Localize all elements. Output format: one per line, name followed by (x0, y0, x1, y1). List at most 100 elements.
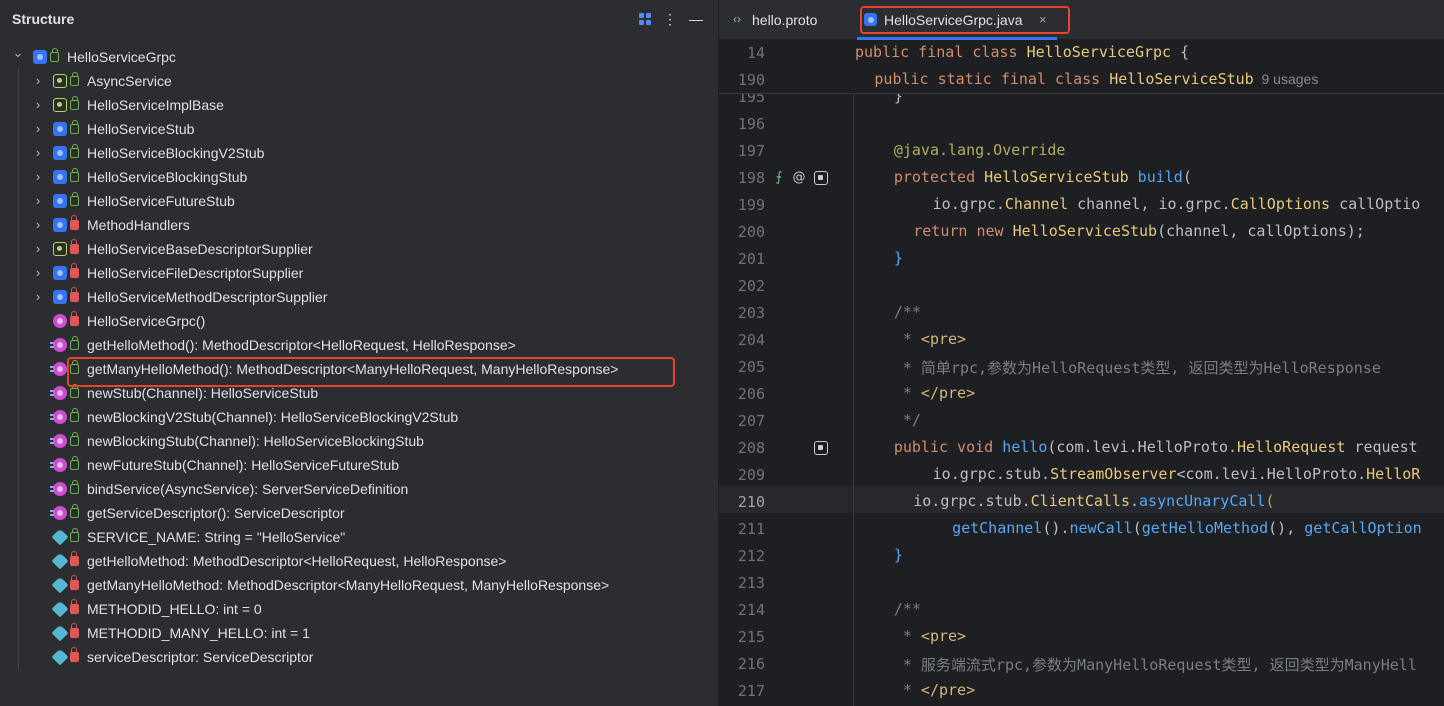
code-line[interactable]: /** (894, 303, 921, 321)
line-number[interactable]: 210 (719, 493, 765, 511)
tree-item[interactable]: getHelloMethod(): MethodDescriptor<Hello… (0, 333, 718, 357)
tree-item[interactable]: METHODID_HELLO: int = 0 (0, 597, 718, 621)
line-number[interactable]: 190 (719, 71, 765, 89)
code-token: @java.lang.Override (893, 141, 1066, 159)
line-number[interactable]: 217 (719, 682, 765, 700)
chevron-down-icon[interactable]: ⌄ (12, 41, 24, 65)
line-number[interactable]: 207 (719, 412, 765, 430)
line-number[interactable]: 213 (719, 574, 765, 592)
tree-item[interactable]: getManyHelloMethod: MethodDescriptor<Man… (0, 573, 718, 597)
tree-item[interactable]: › HelloServiceFileDescriptorSupplier (0, 261, 718, 285)
code-line[interactable]: getChannel().newCall(getHelloMethod(), g… (952, 519, 1422, 537)
annotation-icon[interactable]: @ (792, 171, 806, 185)
code-line[interactable]: protected HelloServiceStub build( (894, 168, 1192, 186)
tree-item[interactable]: › AsyncService (0, 69, 718, 93)
tree-item[interactable]: bindService(AsyncService): ServerService… (0, 477, 718, 501)
code-line[interactable]: * </pre> (894, 384, 975, 402)
line-number[interactable]: 214 (719, 601, 765, 619)
code-line[interactable]: public final class HelloServiceGrpc { (855, 43, 1189, 61)
tree-item[interactable]: newBlockingV2Stub(Channel): HelloService… (0, 405, 718, 429)
more-options-icon[interactable]: ⋮ (662, 11, 678, 27)
tree-item[interactable]: › HelloServiceImplBase (0, 93, 718, 117)
tree-item[interactable]: newFutureStub(Channel): HelloServiceFutu… (0, 453, 718, 477)
interface-icon (53, 74, 67, 88)
code-line[interactable]: public static final class HelloServiceSt… (874, 70, 1318, 88)
code-line[interactable]: /** (894, 600, 921, 618)
line-number[interactable]: 199 (719, 196, 765, 214)
tree-item[interactable]: › HelloServiceBlockingV2Stub (0, 141, 718, 165)
class-icon (53, 194, 67, 208)
line-number[interactable]: 14 (719, 44, 765, 62)
line-number[interactable]: 209 (719, 466, 765, 484)
grid-view-icon[interactable] (637, 11, 653, 27)
code-area[interactable]: 195} 196 197 @java.lang.Override 198 protecte… (719, 40, 1444, 706)
line-number[interactable]: 205 (719, 358, 765, 376)
code-token: HelloServiceStub (1109, 70, 1254, 88)
line-number[interactable]: 215 (719, 628, 765, 646)
override-icon[interactable] (814, 441, 828, 455)
line-number[interactable]: 206 (719, 385, 765, 403)
chevron-right-icon[interactable]: › (32, 237, 44, 261)
chevron-right-icon[interactable]: › (32, 213, 44, 237)
code-line[interactable]: io.grpc.Channel channel, io.grpc.CallOpt… (933, 195, 1421, 213)
line-number[interactable]: 198 (719, 169, 765, 187)
line-number[interactable]: 211 (719, 520, 765, 538)
chevron-right-icon[interactable]: › (32, 189, 44, 213)
code-line[interactable]: } (894, 249, 903, 267)
code-line[interactable]: * <pre> (894, 330, 966, 348)
tree-item[interactable]: › HelloServiceBlockingStub (0, 165, 718, 189)
code-line[interactable]: */ (894, 411, 921, 429)
chevron-right-icon[interactable]: › (32, 117, 44, 141)
line-number[interactable]: 216 (719, 655, 765, 673)
line-number[interactable]: 197 (719, 142, 765, 160)
code-line[interactable]: @java.lang.Override (894, 141, 1066, 159)
code-line[interactable]: public void hello(com.levi.HelloProto.He… (894, 438, 1418, 456)
code-line[interactable]: * </pre> (894, 681, 975, 699)
chevron-right-icon[interactable]: › (32, 261, 44, 285)
tree-item[interactable]: › HelloServiceStub (0, 117, 718, 141)
tree-item-label: newBlockingStub(Channel): HelloServiceBl… (87, 433, 424, 449)
chevron-right-icon[interactable]: › (32, 69, 44, 93)
code-token: channel, (1077, 195, 1159, 213)
tree-item[interactable]: › HelloServiceMethodDescriptorSupplier (0, 285, 718, 309)
tree-item[interactable]: › HelloServiceFutureStub (0, 189, 718, 213)
line-number[interactable]: 208 (719, 439, 765, 457)
line-number[interactable]: 212 (719, 547, 765, 565)
private-lock-icon (70, 647, 79, 662)
chevron-right-icon[interactable]: › (32, 93, 44, 117)
tree-item[interactable]: newBlockingStub(Channel): HelloServiceBl… (0, 429, 718, 453)
tree-item[interactable]: HelloServiceGrpc() (0, 309, 718, 333)
line-number[interactable]: 203 (719, 304, 765, 322)
tree-item[interactable]: SERVICE_NAME: String = "HelloService" (0, 525, 718, 549)
private-lock-icon (70, 551, 79, 566)
tree-item[interactable]: › HelloServiceBaseDescriptorSupplier (0, 237, 718, 261)
chevron-right-icon[interactable]: › (32, 285, 44, 309)
static-marker-icon (50, 410, 54, 424)
tree-item[interactable]: getHelloMethod: MethodDescriptor<HelloRe… (0, 549, 718, 573)
line-number[interactable]: 204 (719, 331, 765, 349)
line-number[interactable]: 196 (719, 115, 765, 133)
code-line[interactable]: } (894, 546, 903, 564)
minimize-icon[interactable]: — (688, 11, 704, 27)
tree-root[interactable]: ⌄ HelloServiceGrpc (0, 45, 718, 69)
code-line[interactable]: io.grpc.stub.ClientCalls.asyncUnaryCall( (913, 492, 1274, 510)
code-line[interactable]: return new HelloServiceStub(channel, cal… (913, 222, 1365, 240)
line-number[interactable]: 201 (719, 250, 765, 268)
tree-item[interactable]: METHODID_MANY_HELLO: int = 1 (0, 621, 718, 645)
line-number[interactable]: 202 (719, 277, 765, 295)
chevron-right-icon[interactable]: › (32, 141, 44, 165)
tree-item[interactable]: › MethodHandlers (0, 213, 718, 237)
tree-item-label: HelloServiceFileDescriptorSupplier (87, 265, 304, 281)
public-lock-icon (70, 456, 79, 470)
code-line[interactable]: * <pre> (894, 627, 966, 645)
override-icon[interactable] (814, 171, 828, 185)
code-line[interactable]: * 简单rpc,参数为HelloRequest类型, 返回类型为HelloRes… (894, 357, 1381, 378)
line-number[interactable]: 200 (719, 223, 765, 241)
code-line[interactable]: * 服务端流式rpc,参数为ManyHelloRequest类型, 返回类型为M… (894, 654, 1417, 675)
tree-item[interactable]: serviceDescriptor: ServiceDescriptor (0, 645, 718, 669)
chevron-right-icon[interactable]: › (32, 165, 44, 189)
usages-hint[interactable]: 9 usages (1254, 71, 1318, 87)
code-line[interactable]: io.grpc.stub.StreamObserver<com.levi.Hel… (933, 465, 1421, 483)
implements-icon[interactable]: ⨍ (772, 171, 786, 185)
tree-item[interactable]: getServiceDescriptor(): ServiceDescripto… (0, 501, 718, 525)
